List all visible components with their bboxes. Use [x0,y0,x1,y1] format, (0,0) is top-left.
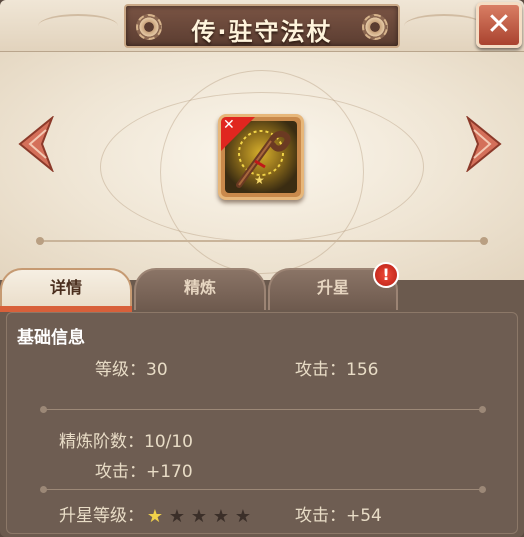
tab-details[interactable]: 详情 [0,268,132,310]
star-level-label: 升星等级： [59,506,144,526]
gear-icon [136,14,162,40]
star-attack-label: 攻击： [295,506,346,526]
arrow-right-icon [465,114,502,174]
close-icon: ✕ [486,7,512,42]
arrow-left-icon [18,114,55,174]
star-filled-icon: ★ [146,505,164,527]
gear-icon [362,14,388,40]
close-button[interactable]: ✕ [476,2,522,48]
next-item-button[interactable] [465,114,504,174]
refine-stage-value: 10/10 [144,432,193,452]
refine-attack-label: 攻击： [95,462,146,482]
section-title: 基础信息 [17,328,85,348]
refine-stage-row: 精炼阶数：10/10 [59,427,193,452]
tab-label: 升星 [316,278,349,297]
level-value: 30 [146,360,168,380]
star-empty-icon: ★ [168,505,186,527]
tab-refine[interactable]: 精炼 [134,268,266,310]
star-empty-icon: ★ [190,505,208,527]
refine-stage-label: 精炼阶数： [59,432,144,452]
refine-attack-value: +170 [146,462,193,482]
attack-label: 攻击： [295,360,346,380]
item-icon-frame[interactable]: ✕ ★ [218,114,304,200]
alert-badge-icon: ! [373,262,399,288]
star-rating: ★ ★ ★ ★ ★ [144,506,254,527]
item-showcase: ✕ ★ [0,52,524,280]
attack-row: 攻击：156 [295,355,378,380]
item-detail-panel: 传·驻守法杖 ✕ ✕ ★ 详情 精炼 升星 ! 基础信息 等级：30 攻击：15… [0,0,524,537]
tab-label: 精炼 [183,278,216,297]
title-plate: 传·驻守法杖 [124,4,400,48]
header-bar: 传·驻守法杖 ✕ [0,0,524,52]
star-attack-value: +54 [346,506,382,526]
prev-item-button[interactable] [16,114,55,174]
divider [40,406,486,413]
tab-label: 详情 [49,278,82,297]
star-attack-row: 攻击：+54 [295,501,382,526]
star-empty-icon: ★ [212,505,230,527]
level-label: 等级： [95,360,146,380]
wing-ornament-right [404,14,484,38]
crossed-swords-icon: ✕ [223,117,235,133]
level-row: 等级：30 [95,355,168,380]
item-star-icon: ★ [254,173,265,187]
star-empty-icon: ★ [234,505,252,527]
attack-value: 156 [346,360,379,380]
info-panel: 基础信息 等级：30 攻击：156 精炼阶数：10/10 攻击：+170 升星等… [6,312,518,534]
page-title: 传·驻守法杖 [191,18,333,46]
tab-bar: 详情 精炼 升星 ! [0,262,524,312]
wing-ornament-left [38,14,118,38]
refine-attack-row: 攻击：+170 [95,457,193,482]
showcase-divider [36,237,488,245]
divider [40,486,486,493]
star-level-row: 升星等级： ★ ★ ★ ★ ★ [59,501,254,527]
